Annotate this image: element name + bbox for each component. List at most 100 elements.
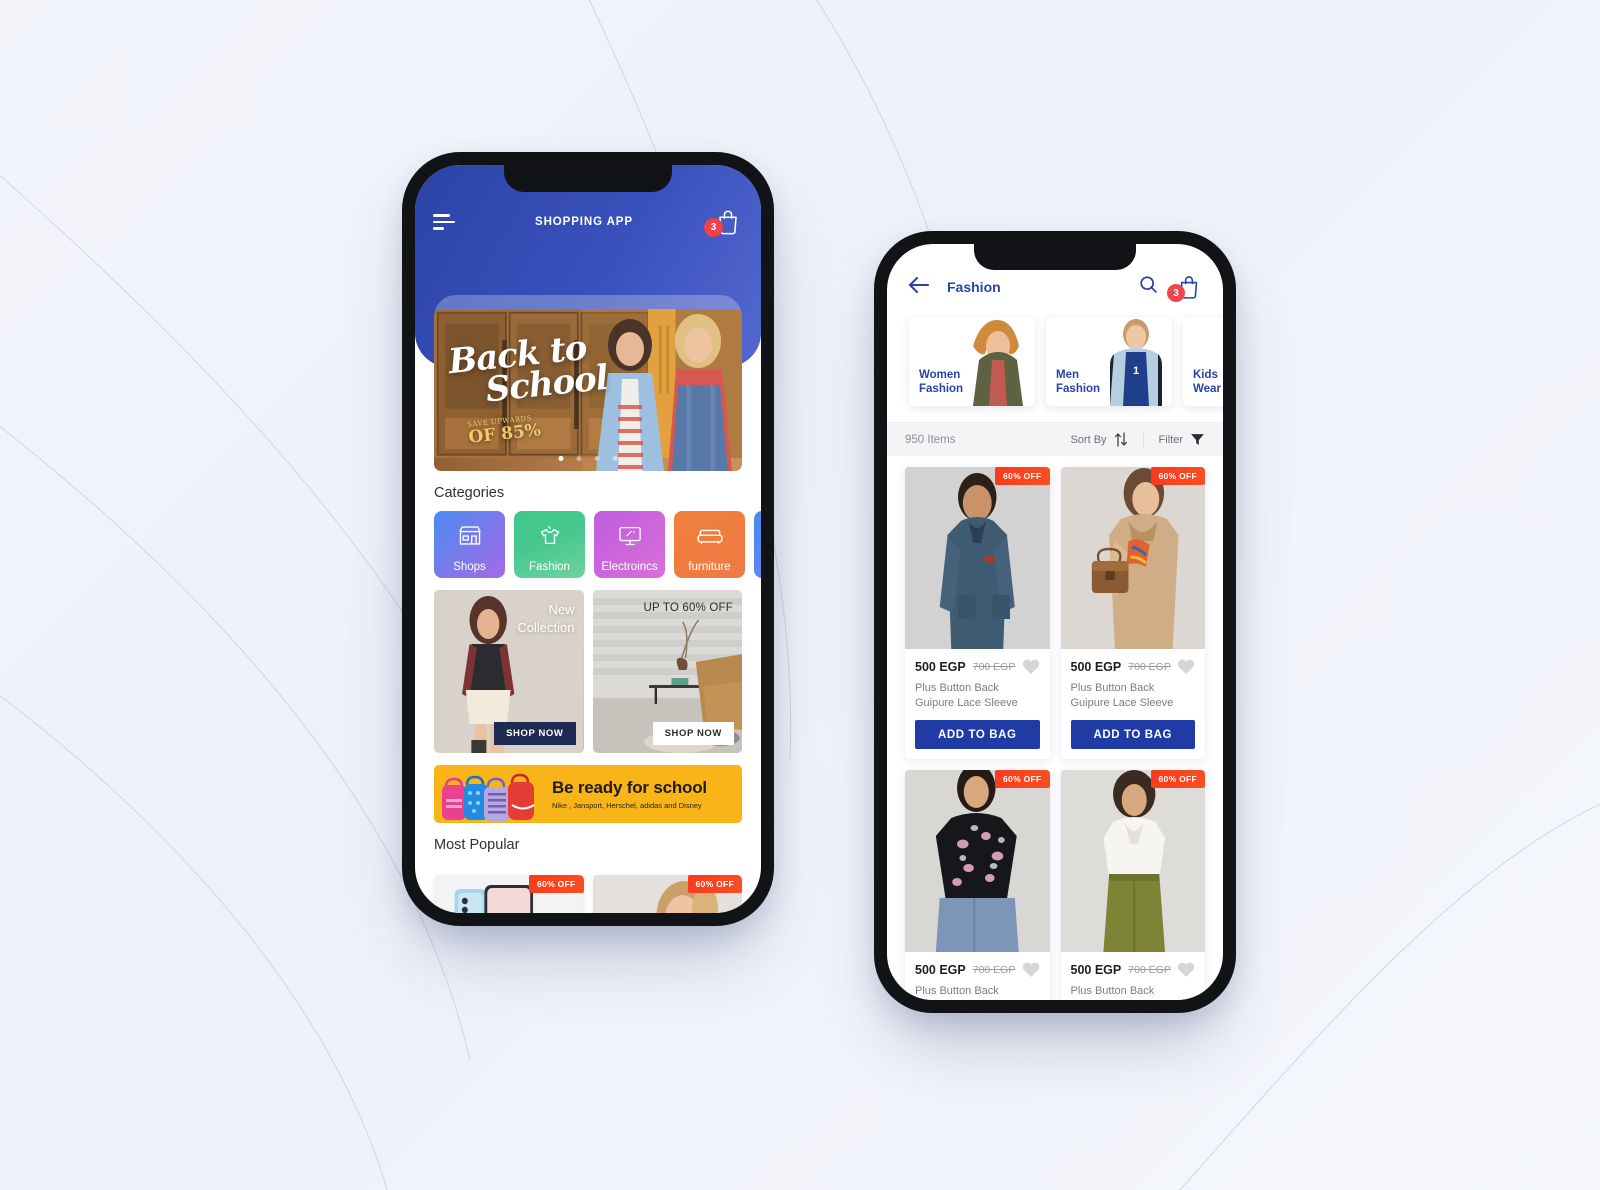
woman-coat-image xyxy=(961,318,1035,406)
discount-badge: 60% OFF xyxy=(995,467,1050,485)
shop-now-button[interactable]: SHOP NOW xyxy=(494,722,576,745)
sort-by-label: Sort By xyxy=(1070,433,1107,446)
item-count: 950 Items xyxy=(905,433,956,446)
phone1-screen: SHOPPING APP 3 What are you looking for? xyxy=(415,165,761,913)
discount-badge: 60% OFF xyxy=(1150,467,1205,485)
phone2-notch xyxy=(974,244,1136,270)
promo-card-furniture-sale[interactable]: UP TO 60% OFF SHOP NOW xyxy=(592,590,742,753)
search-button[interactable] xyxy=(1138,274,1159,300)
phone-mockup-fashion: Fashion 3 Women Fashion 1 Men Fashion Ki… xyxy=(874,231,1236,1013)
category-item-furniture[interactable]: furniture xyxy=(674,511,745,578)
most-popular-title: Most Popular xyxy=(434,837,520,853)
subcategory-card-women[interactable]: Women Fashion xyxy=(909,318,1035,406)
product-image[interactable]: 60% OFF xyxy=(1060,770,1205,952)
heart-icon[interactable] xyxy=(1022,658,1040,675)
promo-row: New Collection SHOP NOW UP TO 60% OFF SH… xyxy=(415,578,761,753)
svg-text:1: 1 xyxy=(1133,365,1139,377)
tshirt-icon xyxy=(536,522,563,554)
category-item-fashion[interactable]: Fashion xyxy=(514,511,585,578)
man-blue-sweater-image xyxy=(905,467,1050,649)
product-name: Plus Button Back Guipure xyxy=(915,985,999,1000)
add-to-bag-button[interactable]: ADD TO BAG xyxy=(915,720,1040,749)
sofa-icon xyxy=(695,522,724,556)
product-name: Plus Button Back Guipure Lace Sleeve Bel… xyxy=(915,682,1018,709)
sort-arrows-icon xyxy=(1114,432,1127,447)
most-popular-row: 60% OFF 60% OFF xyxy=(415,863,761,913)
phone-mockup-home: SHOPPING APP 3 What are you looking for? xyxy=(402,152,774,926)
cart-count-badge: 3 xyxy=(1167,284,1185,302)
heart-icon[interactable] xyxy=(1177,658,1195,675)
hero-carousel[interactable]: Back to School SAVE UPWARDS OF 85% xyxy=(434,309,742,471)
promo-caption: UP TO 60% OFF xyxy=(643,602,733,614)
product-price: 500 EGP xyxy=(1070,962,1122,977)
page-title: Fashion xyxy=(947,279,1001,295)
product-old-price: 700 EGP xyxy=(972,963,1016,976)
cart-button[interactable]: 3 xyxy=(1167,273,1203,302)
hero-headline: Back to School xyxy=(446,327,610,411)
arrow-left-icon xyxy=(908,276,930,293)
back-button[interactable] xyxy=(907,275,933,300)
promo-card-new-collection[interactable]: New Collection SHOP NOW xyxy=(434,590,584,753)
categories-title: Categories xyxy=(434,485,505,501)
category-item-electronics[interactable]: Electroincs xyxy=(594,511,665,578)
cart-count-badge: 3 xyxy=(704,218,723,237)
carousel-dots[interactable] xyxy=(558,456,618,461)
subcategory-label: Women Fashion xyxy=(919,368,964,395)
categories-row[interactable]: Shops Fashion Electroincs furniture xyxy=(415,511,761,578)
discount-badge: 60% OFF xyxy=(687,875,742,893)
search-icon xyxy=(1140,276,1157,293)
ad-headline: Be ready for school xyxy=(552,778,707,797)
heart-icon[interactable] xyxy=(1022,961,1040,978)
woman-tan-coat-image xyxy=(1060,467,1205,649)
category-label: Electroincs xyxy=(601,561,658,573)
product-image[interactable]: 60% OFF xyxy=(905,467,1050,649)
woman-olive-pants-image xyxy=(1060,770,1205,952)
subcategory-row[interactable]: Women Fashion 1 Men Fashion Kids Wear xyxy=(887,306,1223,422)
carousel-dot[interactable] xyxy=(576,456,582,461)
product-image[interactable]: 60% OFF xyxy=(1060,467,1205,649)
sort-by-button[interactable]: Sort By xyxy=(1070,432,1127,447)
popular-product-card[interactable]: 60% OFF xyxy=(592,875,742,913)
subcategory-label: Kids Wear xyxy=(1193,368,1221,395)
category-label: furniture xyxy=(688,561,731,573)
category-item-shops[interactable]: Shops xyxy=(434,511,505,578)
carousel-dot[interactable] xyxy=(594,456,600,461)
woman-floral-top-image xyxy=(905,770,1050,952)
category-item-more[interactable] xyxy=(754,511,761,578)
product-card[interactable]: 60% OFF xyxy=(1060,467,1205,759)
subcategory-card-men[interactable]: 1 Men Fashion xyxy=(1046,318,1172,406)
add-to-bag-button[interactable]: ADD TO BAG xyxy=(1070,720,1195,749)
category-label: Shops xyxy=(453,561,486,573)
ad-subline: Nike , Jansport, Herschel, adidas and Di… xyxy=(552,801,702,810)
product-grid: 60% OFF 500 EGP 700 EGP Plus Button Back… xyxy=(887,456,1223,1000)
funnel-icon xyxy=(1191,434,1204,445)
carousel-dot[interactable] xyxy=(558,456,564,461)
subcategory-card-kids[interactable]: Kids Wear xyxy=(1183,318,1223,406)
carousel-dot[interactable] xyxy=(612,456,618,461)
background-decoration xyxy=(0,0,1600,1190)
product-name: Plus Button Back Guipure xyxy=(1070,985,1155,1000)
school-ad-banner[interactable]: Be ready for school Nike , Jansport, Her… xyxy=(434,765,742,823)
monitor-icon xyxy=(616,522,643,554)
product-card[interactable]: 60% OFF xyxy=(905,467,1050,759)
filter-button[interactable]: Filter xyxy=(1159,432,1205,447)
phone2-screen: Fashion 3 Women Fashion 1 Men Fashion Ki… xyxy=(887,244,1223,1000)
product-card[interactable]: 60% OFF xyxy=(905,770,1050,1000)
cart-button[interactable]: 3 xyxy=(704,207,743,237)
divider xyxy=(1142,431,1144,448)
popular-product-card[interactable]: 60% OFF xyxy=(434,875,584,913)
discount-badge: 60% OFF xyxy=(995,770,1050,788)
product-image[interactable]: 60% OFF xyxy=(905,770,1050,952)
filter-bar: 950 Items Sort By Filter xyxy=(887,422,1223,456)
hamburger-icon[interactable] xyxy=(433,214,455,230)
filter-label: Filter xyxy=(1158,433,1183,446)
product-old-price: 700 EGP xyxy=(1128,660,1171,673)
product-card[interactable]: 60% OFF 500 EGP 700 EGP Plus Button Back xyxy=(1060,770,1205,1000)
product-name: Plus Button Back Guipure Lace Sleeve Bel… xyxy=(1070,682,1174,709)
phone1-notch xyxy=(504,165,672,192)
promo-caption: New Collection xyxy=(517,602,575,635)
shop-now-button[interactable]: SHOP NOW xyxy=(652,722,734,745)
heart-icon[interactable] xyxy=(1177,961,1195,978)
man-jacket-image: 1 xyxy=(1098,318,1172,406)
subcategory-label: Men Fashion xyxy=(1056,368,1101,395)
